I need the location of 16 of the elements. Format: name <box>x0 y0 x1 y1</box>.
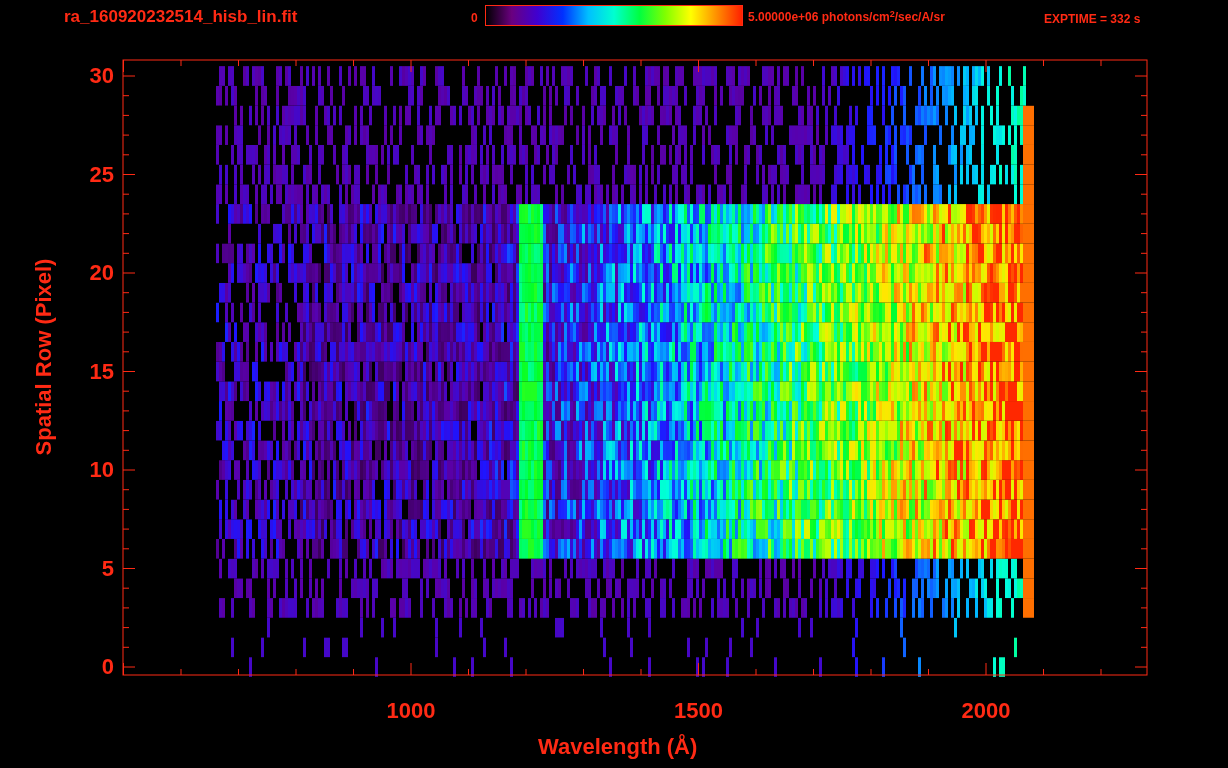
x-axis-title: Wavelength (Å) <box>538 736 698 758</box>
y-axis-title: Spatial Row (Pixel) <box>33 258 55 456</box>
colorbar-min-label: 0 <box>471 12 478 24</box>
x-tick-label: 2000 <box>961 700 1011 722</box>
y-tick-label: 25 <box>89 163 114 186</box>
exposure-time: EXPTIME = 332 s <box>1044 13 1141 25</box>
y-tick-label: 5 <box>101 557 114 580</box>
y-tick-label: 20 <box>89 262 114 284</box>
y-tick-label: 10 <box>89 459 114 481</box>
colorbar-max-label: 5.00000e+06 photons/cm$^{2}$/sec/A/sr <box>748 11 945 23</box>
y-tick-label: 15 <box>89 360 114 383</box>
y-tick-label: 0 <box>101 656 114 678</box>
file-title: ra_160920232514_hisb_lin.fit <box>64 8 298 25</box>
y-tick-label: 30 <box>89 65 114 87</box>
x-tick-label: 1000 <box>386 700 436 722</box>
x-tick-label: 1500 <box>674 700 723 722</box>
